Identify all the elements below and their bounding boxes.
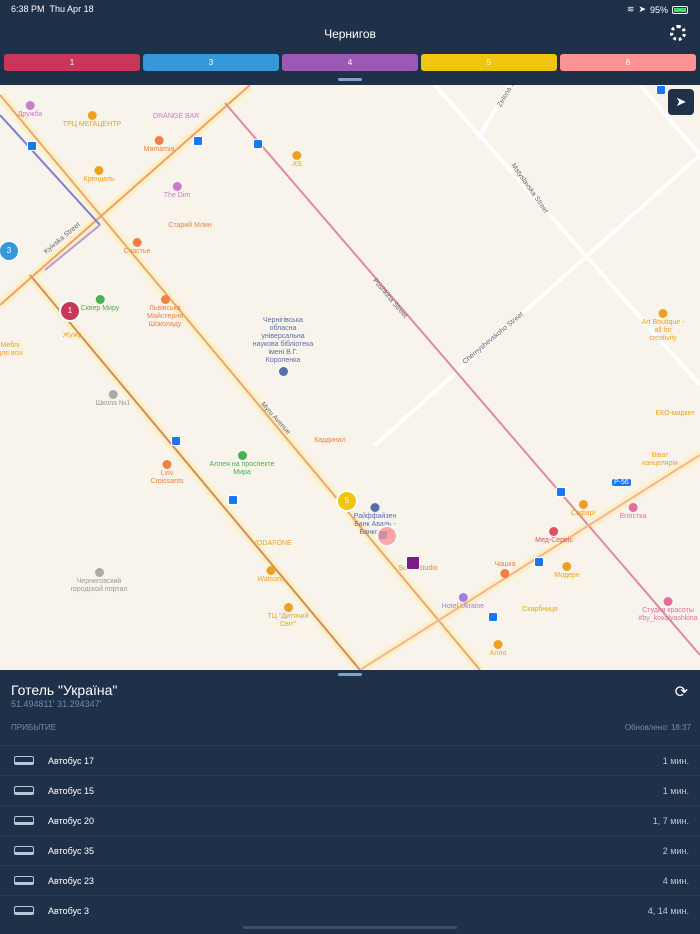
poi[interactable]: Львівська Майстерня Шоколаду — [140, 295, 190, 329]
poi[interactable]: ТЦ "Дитячий Світ" — [263, 603, 313, 629]
arrival-time: 4 мин. — [662, 876, 689, 886]
bus-stop-icon[interactable] — [253, 139, 263, 149]
status-bar: 6:38 PM Thu Apr 18 ≋ ➤ 95% — [0, 0, 700, 18]
panel-drag-handle[interactable] — [338, 673, 362, 676]
arrival-row[interactable]: Автобус 23 4 мин. — [0, 865, 700, 895]
vehicle-marker-6[interactable] — [376, 525, 398, 547]
vehicle-marker-1[interactable]: 1 — [59, 300, 81, 322]
stop-details-panel: Готель "Україна" 51.494811' 31.294347' ⟳… — [0, 670, 700, 934]
route-button-3[interactable]: 3 — [143, 54, 279, 71]
route-name: Автобус 35 — [48, 846, 94, 856]
poi[interactable]: Дружба — [18, 101, 42, 119]
poi[interactable]: Кардинал — [314, 437, 346, 445]
home-indicator — [243, 926, 457, 929]
vehicle-marker-5[interactable]: 5 — [336, 490, 358, 512]
bus-icon — [14, 786, 34, 795]
route-name: Автобус 17 — [48, 756, 94, 766]
arrival-time: 1, 7 мин. — [652, 816, 689, 826]
poi[interactable]: Меблі для всіх — [0, 342, 25, 358]
poi[interactable]: Мед-Сервіс — [535, 527, 573, 545]
highway-badge: P-56 — [612, 479, 631, 486]
bus-stop-icon[interactable] — [488, 612, 498, 622]
selected-stop-icon[interactable] — [406, 556, 420, 570]
route-button-1[interactable]: 1 — [4, 54, 140, 71]
poi[interactable]: Lviv Croissants — [145, 460, 190, 486]
bus-icon — [14, 756, 34, 765]
arrival-row[interactable]: Автобус 20 1, 7 мин. — [0, 805, 700, 835]
poi[interactable]: Mamamia — [144, 136, 174, 154]
arrival-time: 1 мин. — [662, 786, 689, 796]
arrival-time: 4, 14 мин. — [647, 906, 689, 916]
route-filter-bar: 1 3 4 5 6 — [4, 54, 696, 71]
refresh-icon[interactable]: ⟳ — [675, 682, 688, 702]
arrival-header: ПРИБЫТИЕ — [11, 723, 57, 732]
arrival-row[interactable]: Автобус 15 1 мин. — [0, 775, 700, 805]
battery-icon — [672, 5, 688, 14]
poi[interactable]: Модерн — [554, 562, 580, 580]
route-name: Автобус 3 — [48, 906, 89, 916]
updated-time: Обновлено: 18:37 — [624, 723, 691, 732]
poi[interactable]: ТРЦ МЕГАЦЕНТР — [63, 111, 121, 129]
poi[interactable]: Сквер Миру — [81, 295, 119, 313]
arrival-row[interactable]: Автобус 17 1 мин. — [0, 745, 700, 775]
arrival-time: 1 мин. — [662, 756, 689, 766]
status-time: 6:38 PM Thu Apr 18 — [11, 4, 94, 14]
route-button-5[interactable]: 5 — [421, 54, 557, 71]
map-view[interactable]: Kyivska Street Myru Avenue Pushkina Stre… — [0, 85, 700, 670]
bus-icon — [14, 846, 34, 855]
poi[interactable]: Чернігівська обласна універсальна науков… — [252, 317, 314, 377]
route-button-6[interactable]: 6 — [560, 54, 696, 71]
poi[interactable]: Крендель — [83, 166, 115, 184]
page-title: Чернигов — [324, 27, 376, 41]
bus-icon — [14, 876, 34, 885]
bus-stop-icon[interactable] — [193, 136, 203, 146]
bus-icon — [14, 816, 34, 825]
poi[interactable]: Егоїстка — [620, 503, 646, 521]
poi[interactable]: Студия красоты #by_kovalyashkina — [636, 597, 700, 623]
bus-stop-icon[interactable] — [171, 436, 181, 446]
poi[interactable]: The Dim — [164, 182, 190, 200]
locate-me-button[interactable]: ➤ — [668, 89, 694, 115]
stop-coordinates: 51.494811' 31.294347' — [11, 699, 102, 709]
arrival-row[interactable]: Автобус 35 2 мин. — [0, 835, 700, 865]
bus-stop-icon[interactable] — [228, 495, 238, 505]
poi[interactable]: Алло — [490, 640, 506, 658]
poi[interactable]: Віват канцелярія — [635, 452, 685, 468]
navigation-arrow-icon: ➤ — [675, 94, 687, 109]
arrival-row[interactable]: Автобус 3 4, 14 мин. — [0, 895, 700, 925]
route-name: Автобус 15 — [48, 786, 94, 796]
stop-name: Готель "Україна" — [11, 682, 118, 698]
poi[interactable]: Счастье — [124, 238, 150, 256]
bus-stop-icon[interactable] — [556, 487, 566, 497]
poi[interactable]: ORANGE BAR — [153, 113, 200, 121]
poi[interactable]: ЕКО-маркет — [655, 410, 694, 418]
route-name: Автобус 23 — [48, 876, 94, 886]
arrivals-list: Автобус 17 1 мин. Автобус 15 1 мин. Автобу… — [0, 745, 700, 925]
poi[interactable]: VODAFONE — [252, 540, 291, 548]
poi[interactable]: Старий Млин — [168, 222, 211, 230]
poi[interactable]: Art Boutique - all for creativity — [641, 309, 686, 343]
poi[interactable]: XS — [292, 151, 302, 169]
bus-stop-icon[interactable] — [534, 557, 544, 567]
poi[interactable]: Hotel Ukraine — [442, 593, 484, 611]
poi[interactable]: Сафарі — [571, 500, 595, 518]
route-name: Автобус 20 — [48, 816, 94, 826]
bus-stop-icon[interactable] — [27, 141, 37, 151]
bus-stop-icon[interactable] — [656, 85, 666, 95]
bus-icon — [14, 906, 34, 915]
poi[interactable]: Скарбниця — [522, 606, 558, 614]
location-icon: ➤ — [638, 4, 646, 14]
battery-percent: 95% — [649, 4, 668, 15]
arrival-time: 2 мин. — [662, 846, 689, 856]
route-button-4[interactable]: 4 — [282, 54, 418, 71]
poi[interactable]: Аллея на проспекте Мира — [207, 451, 277, 477]
poi[interactable]: Watsons — [258, 566, 284, 584]
poi[interactable]: Школа №1 — [96, 390, 130, 408]
poi[interactable]: Чашка — [494, 561, 516, 579]
poi[interactable]: Черниговский городской портал — [69, 568, 129, 594]
gear-icon[interactable] — [670, 25, 686, 41]
drag-handle[interactable] — [338, 78, 362, 81]
poi[interactable]: Жужу — [63, 332, 81, 340]
wifi-icon: ≋ — [626, 4, 635, 14]
